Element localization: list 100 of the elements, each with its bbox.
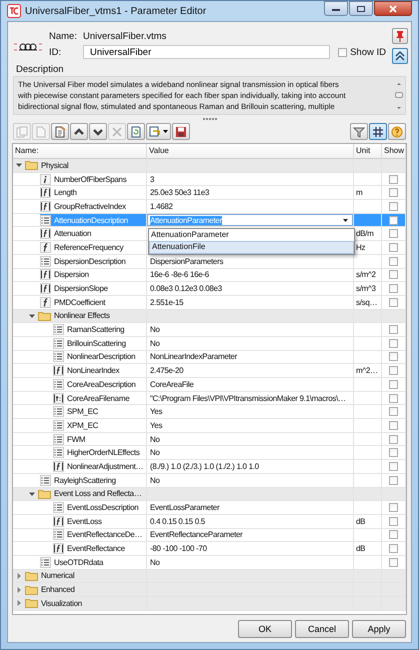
show-checkbox[interactable] bbox=[389, 516, 398, 526]
id-field[interactable]: UniversalFiber bbox=[83, 45, 330, 59]
show-checkbox[interactable] bbox=[389, 420, 398, 430]
show-checkbox[interactable] bbox=[389, 284, 398, 294]
grid-button[interactable] bbox=[369, 123, 387, 140]
parameter-value: 0.08e3 0.12e3 0.08e3 bbox=[150, 284, 222, 294]
parameter-name: EventLoss bbox=[67, 516, 102, 526]
show-checkbox[interactable] bbox=[389, 407, 398, 416]
dialog-button[interactable]: Cancel bbox=[295, 620, 349, 638]
show-checkbox[interactable] bbox=[389, 544, 398, 554]
column-header[interactable]: Value bbox=[147, 144, 354, 159]
parameter-row[interactable]: Length 25.0e3 50e3 11e3 m bbox=[13, 186, 406, 200]
show-checkbox[interactable] bbox=[389, 394, 398, 403]
parameter-row[interactable]: DispersionSlope 0.08e3 0.12e3 0.08e3 s/m^3 bbox=[13, 282, 406, 296]
show-checkbox[interactable] bbox=[389, 448, 398, 458]
function-type-icon bbox=[40, 269, 51, 280]
list-icon bbox=[40, 474, 51, 486]
show-checkbox[interactable] bbox=[389, 380, 398, 389]
show-checkbox[interactable] bbox=[389, 216, 398, 225]
down-button[interactable] bbox=[89, 123, 107, 140]
function-type-icon bbox=[53, 516, 64, 527]
parameter-row[interactable]: EventReflectance -80 -100 -100 -70 dB bbox=[13, 542, 406, 556]
export-button[interactable] bbox=[146, 123, 171, 140]
column-header[interactable]: Unit bbox=[354, 144, 382, 159]
parameter-row[interactable]: NonlinearDescription NonLinearIndexParameter bbox=[13, 350, 406, 364]
parameter-row[interactable]: NonlinearAdjustment… (8./9.) 1.0 (2./3.) 1.0 (1./2.) 1.0 1.0 bbox=[13, 460, 406, 474]
parameter-row[interactable]: XPM_EC Yes bbox=[13, 419, 406, 433]
expand-arrow-icon[interactable] bbox=[16, 586, 22, 593]
pin-button[interactable] bbox=[392, 28, 408, 44]
properties-button[interactable] bbox=[51, 123, 69, 140]
show-checkbox[interactable] bbox=[389, 352, 398, 362]
parameter-value: 3 bbox=[150, 174, 154, 184]
parameter-name: SPM_EC bbox=[67, 407, 98, 416]
properties-icon bbox=[54, 126, 66, 138]
parameter-row[interactable]: RamanScattering No bbox=[13, 323, 406, 337]
parameter-row[interactable]: EventLossDescription EventLossParameter bbox=[13, 501, 406, 515]
show-checkbox[interactable] bbox=[389, 476, 398, 485]
parameter-row[interactable]: Dispersion 16e-6 -8e-6 16e-6 s/m^2 bbox=[13, 268, 406, 282]
column-header[interactable]: Name: bbox=[13, 144, 147, 159]
parameter-row[interactable]: NonLinearIndex 2.475e-20 m^2… bbox=[13, 364, 406, 378]
show-checkbox[interactable] bbox=[389, 434, 398, 444]
list-icon bbox=[53, 447, 64, 458]
parameter-row[interactable]: NumberOfFiberSpans 3 bbox=[13, 172, 406, 186]
dropdown-arrow-icon[interactable] bbox=[343, 218, 348, 222]
show-checkbox[interactable] bbox=[389, 462, 398, 471]
show-checkbox[interactable] bbox=[389, 366, 398, 376]
refresh-button[interactable] bbox=[127, 123, 145, 140]
unit-text: s/m^2 bbox=[356, 270, 376, 280]
expand-arrow-icon[interactable] bbox=[16, 600, 22, 606]
parameter-name: NumberOfFiberSpans bbox=[54, 174, 126, 184]
save-button[interactable] bbox=[172, 123, 190, 140]
filter-button[interactable] bbox=[350, 123, 368, 140]
show-checkbox[interactable] bbox=[389, 338, 398, 348]
show-id-checkbox[interactable] bbox=[338, 48, 348, 56]
show-checkbox[interactable] bbox=[389, 503, 398, 512]
show-checkbox[interactable] bbox=[389, 298, 398, 307]
close-button[interactable] bbox=[374, 1, 412, 16]
show-checkbox[interactable] bbox=[389, 174, 398, 184]
dialog-button[interactable]: OK bbox=[238, 620, 292, 638]
show-checkbox[interactable] bbox=[389, 270, 398, 280]
minimize-button[interactable] bbox=[324, 1, 348, 16]
parameter-row[interactable]: FWM No bbox=[13, 432, 406, 446]
parameter-row[interactable]: EventLoss 0.4 0.15 0.15 0.5 dB bbox=[13, 514, 406, 529]
show-checkbox[interactable] bbox=[389, 229, 398, 238]
show-checkbox[interactable] bbox=[389, 530, 398, 540]
collapse-arrow-icon[interactable] bbox=[29, 312, 35, 319]
show-checkbox[interactable] bbox=[389, 242, 398, 252]
show-checkbox[interactable] bbox=[389, 256, 398, 266]
function-type-icon bbox=[40, 187, 51, 198]
parameter-row[interactable]: EventReflectanceDe… EventReflectanceParameter bbox=[13, 528, 406, 542]
maximize-button[interactable] bbox=[349, 1, 373, 16]
function-type-icon bbox=[40, 242, 51, 253]
group-name: Numerical bbox=[41, 571, 74, 580]
dialog-button[interactable]: Apply bbox=[352, 620, 406, 638]
show-checkbox[interactable] bbox=[389, 325, 398, 334]
parameter-value: 16e-6 -8e-6 16e-6 bbox=[150, 270, 209, 280]
parameter-row[interactable]: CoreAreaFilename "C:\Program Files\VPI\VPItransmissionMaker 9.1\macros\… bbox=[13, 392, 406, 406]
show-checkbox[interactable] bbox=[389, 188, 398, 198]
parameter-row[interactable]: CoreAreaDescription CoreAreaFile bbox=[13, 378, 406, 392]
show-checkbox[interactable] bbox=[389, 558, 398, 567]
collapse-button[interactable] bbox=[392, 48, 408, 64]
list-icon bbox=[53, 338, 64, 349]
collapse-arrow-icon[interactable] bbox=[16, 162, 22, 168]
help-button[interactable] bbox=[388, 123, 406, 140]
column-header[interactable]: Show bbox=[382, 144, 406, 159]
parameter-row[interactable]: HigherOrderNLEffects No bbox=[13, 446, 406, 460]
parameter-row[interactable]: BrillouinScattering No bbox=[13, 336, 406, 351]
parameter-name: EventLossDescription bbox=[67, 503, 138, 512]
parameter-value: 1.4682 bbox=[150, 202, 173, 211]
parameter-name: FWM bbox=[67, 434, 86, 444]
dropdown-option[interactable]: AttenuationFile bbox=[149, 241, 354, 254]
expand-arrow-icon[interactable] bbox=[16, 572, 22, 579]
parameter-row[interactable]: SPM_EC Yes bbox=[13, 405, 406, 420]
show-checkbox[interactable] bbox=[389, 202, 398, 211]
dropdown-option[interactable]: AttenuationParameter bbox=[149, 228, 354, 242]
collapse-arrow-icon[interactable] bbox=[29, 490, 35, 497]
group-name: Physical bbox=[41, 160, 68, 170]
up-button[interactable] bbox=[70, 123, 88, 140]
up-icon bbox=[73, 126, 85, 138]
window-title: UniversalFiber_vtms1 - Parameter Editor bbox=[25, 6, 206, 16]
